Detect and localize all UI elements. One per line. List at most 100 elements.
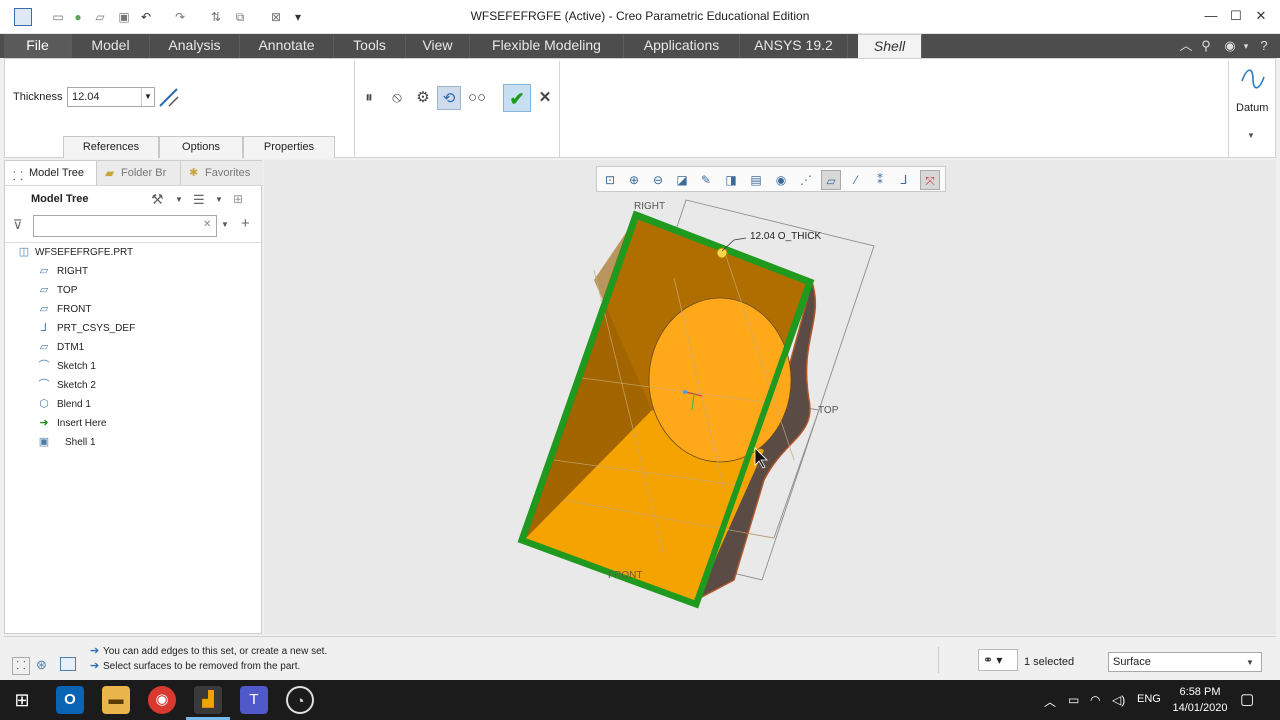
selection-filter-select[interactable]: Surface [1108,652,1262,672]
filter-icon[interactable]: ⊽ [13,217,23,233]
zoom-out-icon[interactable]: ⊖ [648,170,668,190]
blend-icon: ⬡ [39,398,49,410]
chevron-down-icon[interactable]: ▾ [1238,38,1254,54]
tree-item-label: DTM1 [57,342,85,353]
annotation-display-icon[interactable]: ⤧ [920,170,940,190]
csys-display-icon[interactable]: ⅃ [894,170,914,190]
tree-item-label: Shell 1 [65,437,96,448]
display-style-icon[interactable]: ◨ [721,170,741,190]
thickness-dimension-label[interactable]: 12.04 O_THICK [750,231,821,242]
datum-icon[interactable] [1239,65,1267,93]
status-separator [938,647,939,673]
datum-display-icon[interactable]: ⋰ [796,170,816,190]
tree-item-label: Sketch 2 [57,380,96,391]
clear-search-icon[interactable]: ✕ [203,219,211,230]
file-explorer-icon[interactable]: ▬ [102,686,130,714]
wifi-icon[interactable]: ◠ [1090,693,1100,707]
search-dropdown-icon[interactable]: ▼ [221,220,229,229]
thickness-dropdown-arrow-icon[interactable]: ▼ [141,88,154,106]
battery-icon[interactable]: ▭ [1068,693,1079,707]
navigator-toggle-icon[interactable]: ⸬ [12,657,30,675]
clock-date[interactable]: 14/01/2020 [1168,702,1232,714]
tab-ansys[interactable]: ANSYS 19.2 [740,34,848,58]
maximize-button[interactable]: ☐ [1223,6,1249,26]
tree-settings-icon[interactable]: ⚒ [151,191,164,208]
tree-item-label: TOP [57,285,78,296]
browser-toggle-icon[interactable]: ⊛ [36,657,47,673]
pause-button[interactable]: ⏸ [357,86,381,110]
repaint-icon[interactable]: ◪ [672,170,692,190]
ok-button[interactable]: ✔ [503,84,531,112]
tab-flexible-modeling[interactable]: Flexible Modeling [470,34,624,58]
options-tab[interactable]: Options [159,136,243,158]
help-icon[interactable]: ? [1256,38,1272,54]
datum-label-right: RIGHT [634,201,666,212]
notifications-icon[interactable]: ▢ [1240,690,1254,708]
thickness-drag-handle[interactable] [716,247,728,259]
account-icon[interactable]: ◉ [1222,38,1238,54]
favorites-icon: ✱ [189,167,199,179]
collapse-ribbon-icon[interactable]: ︿ [1178,38,1194,54]
navigator-panel: Model Tree Folder Br Favorites ⸬ ▰ ✱ Mod… [4,160,263,634]
tab-applications[interactable]: Applications [624,34,740,58]
tab-file[interactable]: File [4,34,72,58]
search-icon[interactable]: ⚲ [1198,38,1214,54]
filter-dropdown-arrow-icon[interactable]: ▼ [1246,658,1254,667]
refit-icon[interactable]: ⊡ [600,170,620,190]
windows-taskbar: ⊞ O ▬ ◉ ▟ T ◔ ︿ ▭ ◠ ◁) ENG 6:58 PM 14/01… [0,680,1280,720]
fullscreen-toggle-icon[interactable] [60,657,76,671]
glasses-preview-button[interactable]: ○○ [465,86,489,110]
graphics-window[interactable]: RIGHT TOP FRONT 12.04 O_THICK ⊡ ⊕ ⊖ ◪ ✎ … [264,160,1276,634]
close-button[interactable]: ✕ [1248,6,1274,26]
axis-display-icon[interactable]: ⁄ [846,170,866,190]
references-tab[interactable]: References [63,136,159,158]
status-bar: ⸬ ⊛ ➔ You can add edges to this set, or … [4,636,1276,680]
shell-circle-face[interactable] [648,297,792,463]
csys-icon: ⅃ [40,322,48,334]
model-tree-tab-icon: ⸬ [13,169,23,183]
minimize-button[interactable]: — [1198,6,1224,26]
teams-icon[interactable]: T [240,686,268,714]
add-search-icon[interactable]: + [241,215,250,232]
properties-tab[interactable]: Properties [243,136,335,158]
tree-columns-icon[interactable]: ⊞ [233,192,243,206]
tab-view[interactable]: View [406,34,470,58]
tab-shell[interactable]: Shell [858,34,922,58]
obs-icon[interactable]: ◔ [286,686,314,714]
selected-count: 1 selected [1024,656,1075,668]
shell-icon: ▣ [38,436,50,448]
start-windows-icon[interactable]: ⊞ [8,686,36,714]
language-indicator[interactable]: ENG [1137,693,1161,705]
chrome-icon[interactable]: ◉ [148,686,176,714]
tray-expand-icon[interactable]: ︿ [1044,693,1056,710]
show-list-dropdown-icon[interactable]: ▼ [215,195,223,204]
no-preview-button[interactable]: ⦸ [385,86,409,110]
tree-settings-dropdown-icon[interactable]: ▼ [175,195,183,204]
datum-expand-icon[interactable]: ▼ [1247,131,1255,140]
paint-brush-icon[interactable]: ✎ [696,170,716,190]
tab-model[interactable]: Model [72,34,150,58]
show-list-icon[interactable]: ☰ [193,192,205,208]
zoom-in-icon[interactable]: ⊕ [624,170,644,190]
status-message-1: You can add edges to this set, or create… [103,646,328,657]
saved-orientations-icon[interactable]: ▤ [746,170,766,190]
datum-label[interactable]: Datum [1236,102,1268,114]
view-manager-icon[interactable]: ◉ [771,170,791,190]
sketch-icon: ⌒ [38,360,50,372]
find-binoculars-icon[interactable]: ⚭ ▾ [978,649,1018,671]
preview-button[interactable]: ⚙ [411,86,435,110]
plane-display-icon[interactable]: ▱ [821,170,841,190]
flip-thickness-icon[interactable] [157,85,181,109]
tab-analysis[interactable]: Analysis [150,34,240,58]
verify-button[interactable]: ⟲ [437,86,461,110]
tree-search-input[interactable] [33,215,217,237]
graphics-toolbar: ⊡ ⊕ ⊖ ◪ ✎ ◨ ▤ ◉ ⋰ ▱ ⁄ ⁑ ⅃ ⤧ [596,166,946,192]
volume-icon[interactable]: ◁) [1112,693,1125,707]
point-display-icon[interactable]: ⁑ [870,170,890,190]
tab-annotate[interactable]: Annotate [240,34,334,58]
cancel-button[interactable]: ✕ [533,86,557,110]
creo-app-icon[interactable]: ▟ [194,686,222,714]
clock-time[interactable]: 6:58 PM [1172,686,1228,698]
outlook-icon[interactable]: O [56,686,84,714]
tab-tools[interactable]: Tools [334,34,406,58]
